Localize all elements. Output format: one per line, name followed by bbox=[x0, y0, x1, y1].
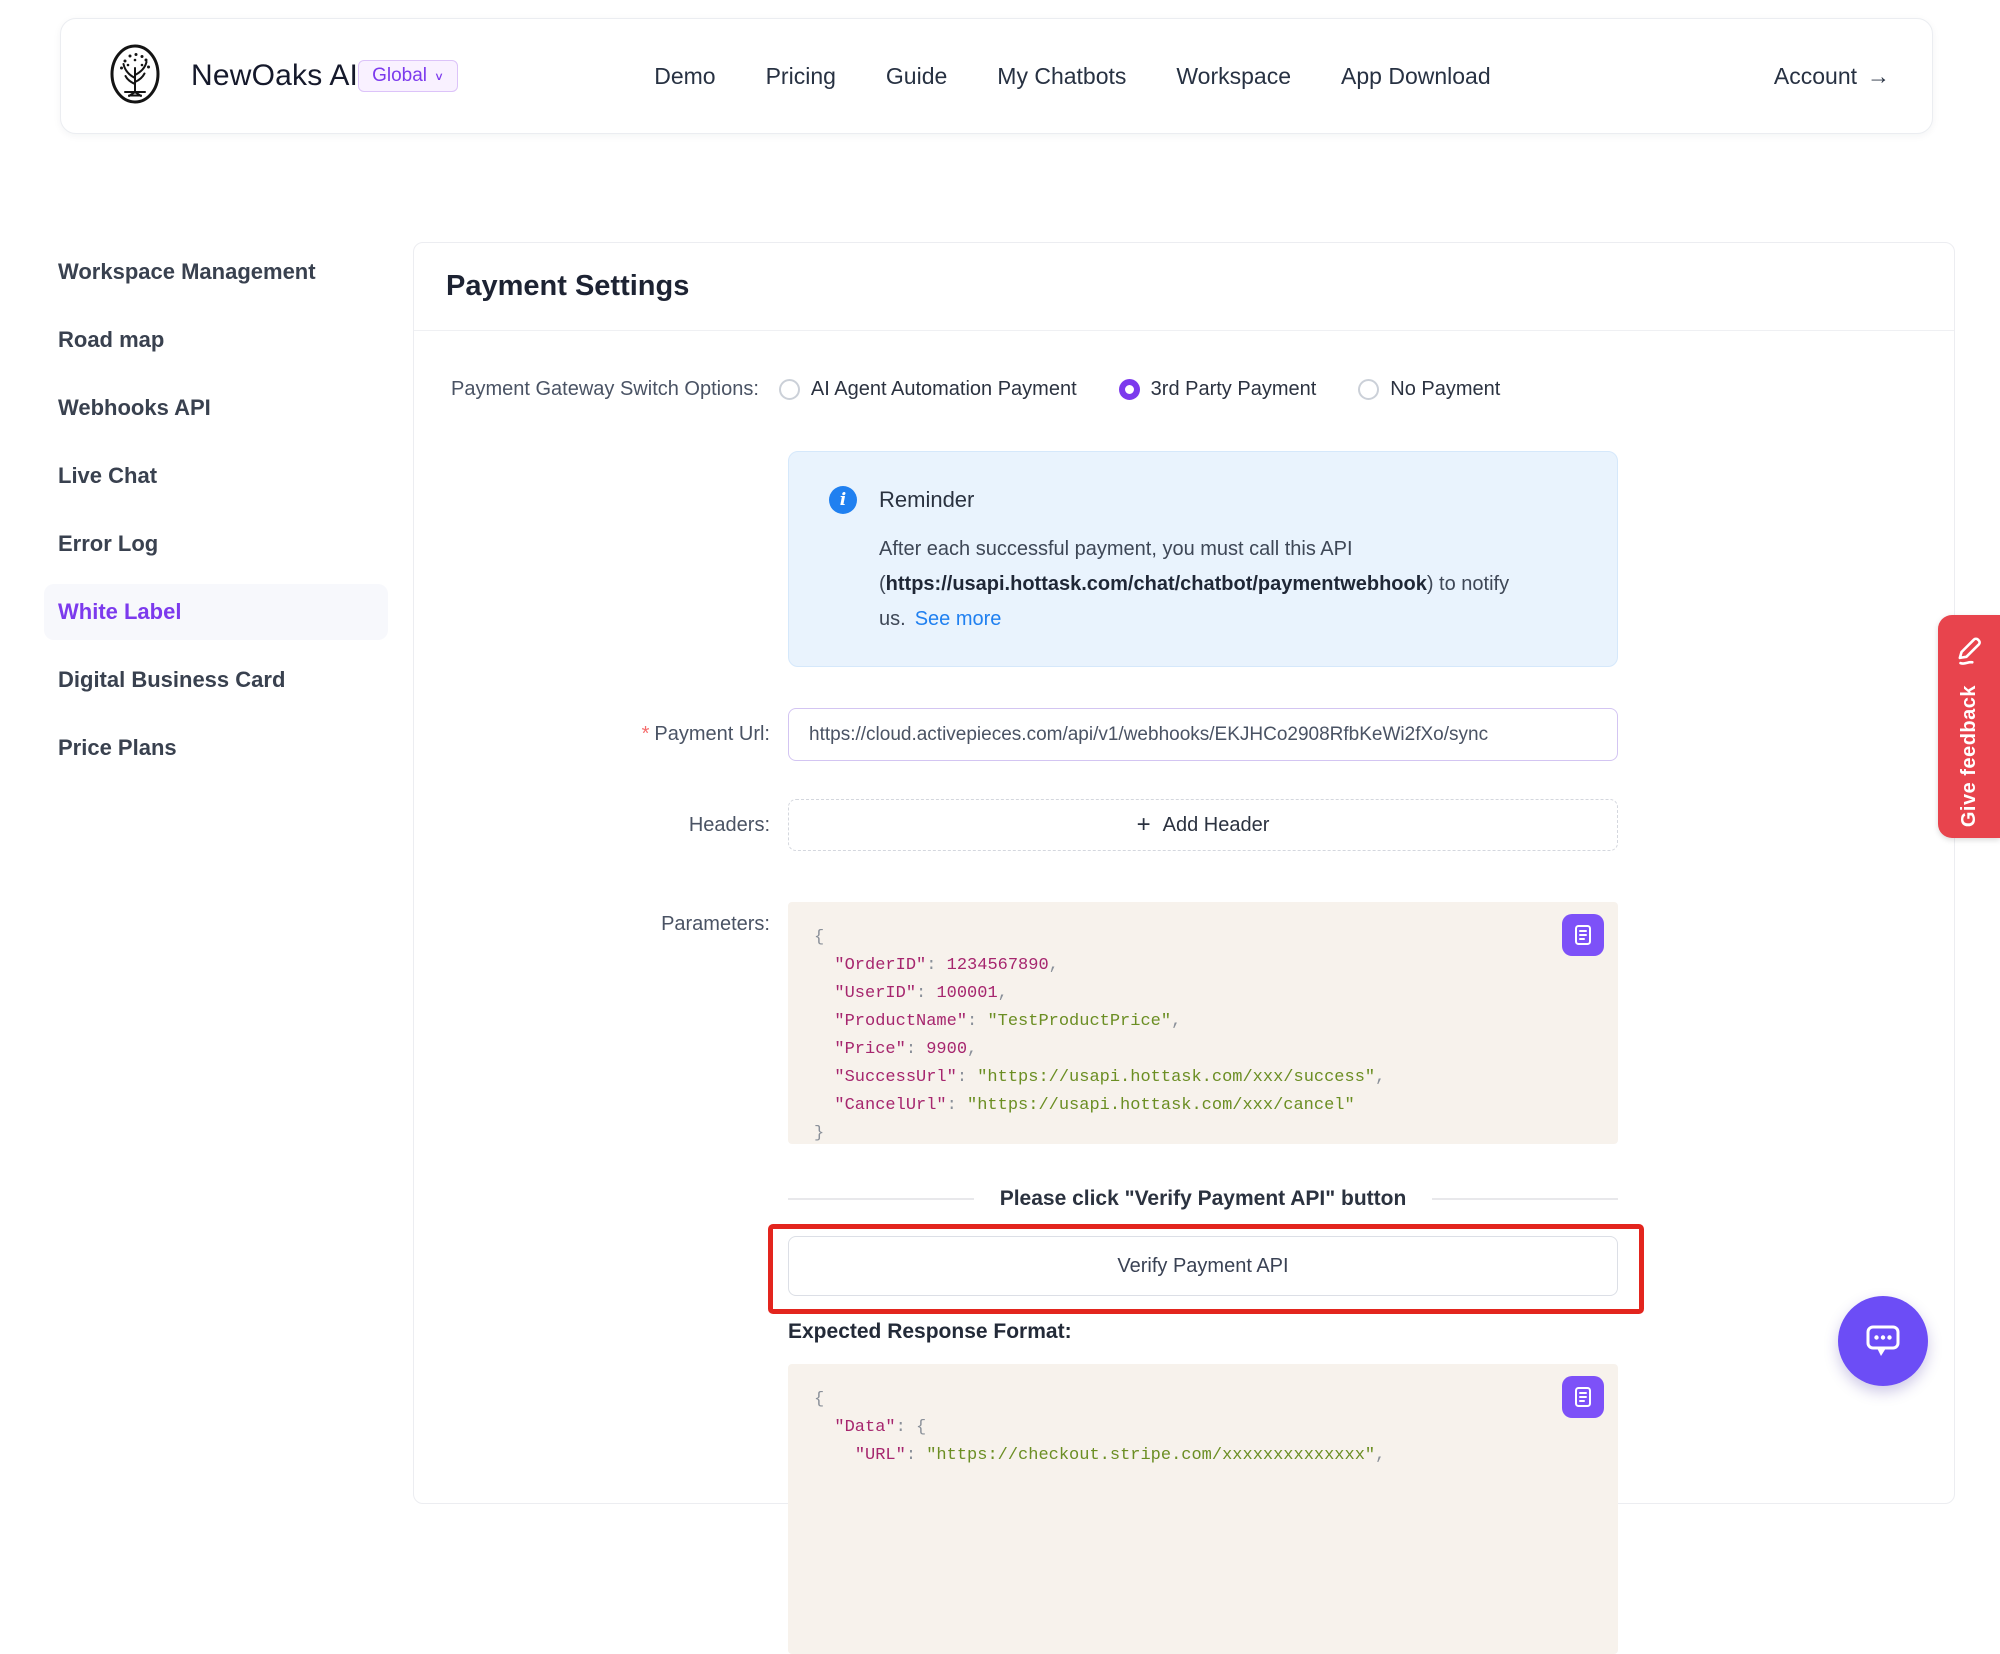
nav-link-pricing[interactable]: Pricing bbox=[766, 63, 836, 90]
sidebar-item-price-plans[interactable]: Price Plans bbox=[44, 720, 388, 776]
chat-bubble-icon bbox=[1857, 1315, 1909, 1367]
copy-icon-button[interactable] bbox=[1562, 914, 1604, 956]
add-header-button[interactable]: + Add Header bbox=[788, 799, 1618, 851]
expected-response-code-block: { "Data": { "URL": "https://checkout.str… bbox=[788, 1364, 1618, 1654]
brand-home-link[interactable]: NewOaks AI bbox=[103, 42, 358, 111]
webhook-api-url: https://usapi.hottask.com/chat/chatbot/p… bbox=[886, 573, 1427, 595]
gateway-radio-group: AI Agent Automation Payment 3rd Party Pa… bbox=[779, 378, 1500, 401]
reminder-header: i Reminder bbox=[829, 486, 1577, 514]
payment-url-input[interactable] bbox=[788, 708, 1618, 761]
sidebar-item-digital-business-card[interactable]: Digital Business Card bbox=[44, 652, 388, 708]
radio-circle-icon bbox=[1358, 379, 1379, 400]
region-selector[interactable]: Global ∨ bbox=[358, 60, 458, 92]
radio-no-payment[interactable]: No Payment bbox=[1358, 378, 1500, 401]
radio-label: 3rd Party Payment bbox=[1151, 378, 1317, 401]
radio-circle-icon bbox=[779, 379, 800, 400]
expected-response-label: Expected Response Format: bbox=[788, 1320, 1072, 1344]
reminder-body: After each successful payment, you must … bbox=[879, 532, 1569, 637]
give-feedback-label: Give feedback bbox=[1958, 685, 1981, 827]
chat-widget-button[interactable] bbox=[1838, 1296, 1928, 1386]
divider-line bbox=[788, 1198, 974, 1200]
sidebar-item-webhooks-api[interactable]: Webhooks API bbox=[44, 380, 388, 436]
reminder-title: Reminder bbox=[879, 487, 974, 513]
sidebar-item-live-chat[interactable]: Live Chat bbox=[44, 448, 388, 504]
chevron-down-icon: ∨ bbox=[434, 69, 444, 83]
nav-link-guide[interactable]: Guide bbox=[886, 63, 947, 90]
nav-links: Demo Pricing Guide My Chatbots Workspace… bbox=[654, 63, 1490, 90]
plus-icon: + bbox=[1137, 813, 1151, 837]
add-header-label: Add Header bbox=[1163, 814, 1270, 837]
sidebar-item-white-label[interactable]: White Label bbox=[44, 584, 388, 640]
nav-link-my-chatbots[interactable]: My Chatbots bbox=[997, 63, 1126, 90]
expected-response-code: { "Data": { "URL": "https://checkout.str… bbox=[814, 1386, 1592, 1470]
radio-3rd-party-payment[interactable]: 3rd Party Payment bbox=[1119, 378, 1317, 401]
account-link[interactable]: Account → bbox=[1774, 63, 1890, 90]
radio-ai-agent-automation-payment[interactable]: AI Agent Automation Payment bbox=[779, 378, 1077, 401]
payment-settings-card: Payment Settings Payment Gateway Switch … bbox=[413, 242, 1955, 1504]
nav-link-demo[interactable]: Demo bbox=[654, 63, 715, 90]
verify-hint-text: Please click "Verify Payment API" button bbox=[1000, 1187, 1407, 1211]
divider-line bbox=[1432, 1198, 1618, 1200]
nav-link-app-download[interactable]: App Download bbox=[1341, 63, 1491, 90]
region-selector-value: Global bbox=[372, 65, 427, 87]
top-navbar: NewOaks AI Global ∨ Demo Pricing Guide M… bbox=[60, 18, 1933, 134]
payment-url-label: *Payment Url: bbox=[438, 708, 770, 761]
parameters-label: Parameters: bbox=[438, 909, 770, 939]
info-icon: i bbox=[829, 486, 857, 514]
document-icon bbox=[1571, 923, 1595, 947]
card-header: Payment Settings bbox=[414, 243, 1954, 331]
radio-label: No Payment bbox=[1390, 378, 1500, 401]
gateway-switch-row: Payment Gateway Switch Options: AI Agent… bbox=[451, 367, 1500, 411]
copy-icon-button[interactable] bbox=[1562, 1376, 1604, 1418]
account-label: Account bbox=[1774, 63, 1857, 90]
radio-circle-icon bbox=[1119, 379, 1140, 400]
sidebar-item-road-map[interactable]: Road map bbox=[44, 312, 388, 368]
sidebar: Workspace Management Road map Webhooks A… bbox=[44, 244, 388, 788]
sidebar-item-workspace-management[interactable]: Workspace Management bbox=[44, 244, 388, 300]
radio-label: AI Agent Automation Payment bbox=[811, 378, 1077, 401]
document-icon bbox=[1571, 1385, 1595, 1409]
give-feedback-tab[interactable]: Give feedback bbox=[1938, 615, 2000, 838]
brand-name: NewOaks AI bbox=[191, 59, 358, 93]
sidebar-item-error-log[interactable]: Error Log bbox=[44, 516, 388, 572]
verify-payment-api-button[interactable]: Verify Payment API bbox=[788, 1236, 1618, 1296]
arrow-right-icon: → bbox=[1867, 63, 1890, 90]
parameters-code: { "OrderID": 1234567890, "UserID": 10000… bbox=[814, 924, 1592, 1148]
reminder-alert: i Reminder After each successful payment… bbox=[788, 451, 1618, 667]
pencil-icon bbox=[1953, 635, 1985, 669]
required-mark: * bbox=[642, 723, 650, 745]
parameters-code-block: { "OrderID": 1234567890, "UserID": 10000… bbox=[788, 902, 1618, 1144]
nav-link-workspace[interactable]: Workspace bbox=[1176, 63, 1291, 90]
see-more-link[interactable]: See more bbox=[915, 608, 1002, 630]
verify-hint-divider: Please click "Verify Payment API" button bbox=[788, 1187, 1618, 1211]
gateway-options-label: Payment Gateway Switch Options: bbox=[451, 378, 759, 401]
page-title: Payment Settings bbox=[446, 270, 689, 303]
newoaks-logo bbox=[103, 42, 167, 111]
headers-label: Headers: bbox=[438, 799, 770, 851]
